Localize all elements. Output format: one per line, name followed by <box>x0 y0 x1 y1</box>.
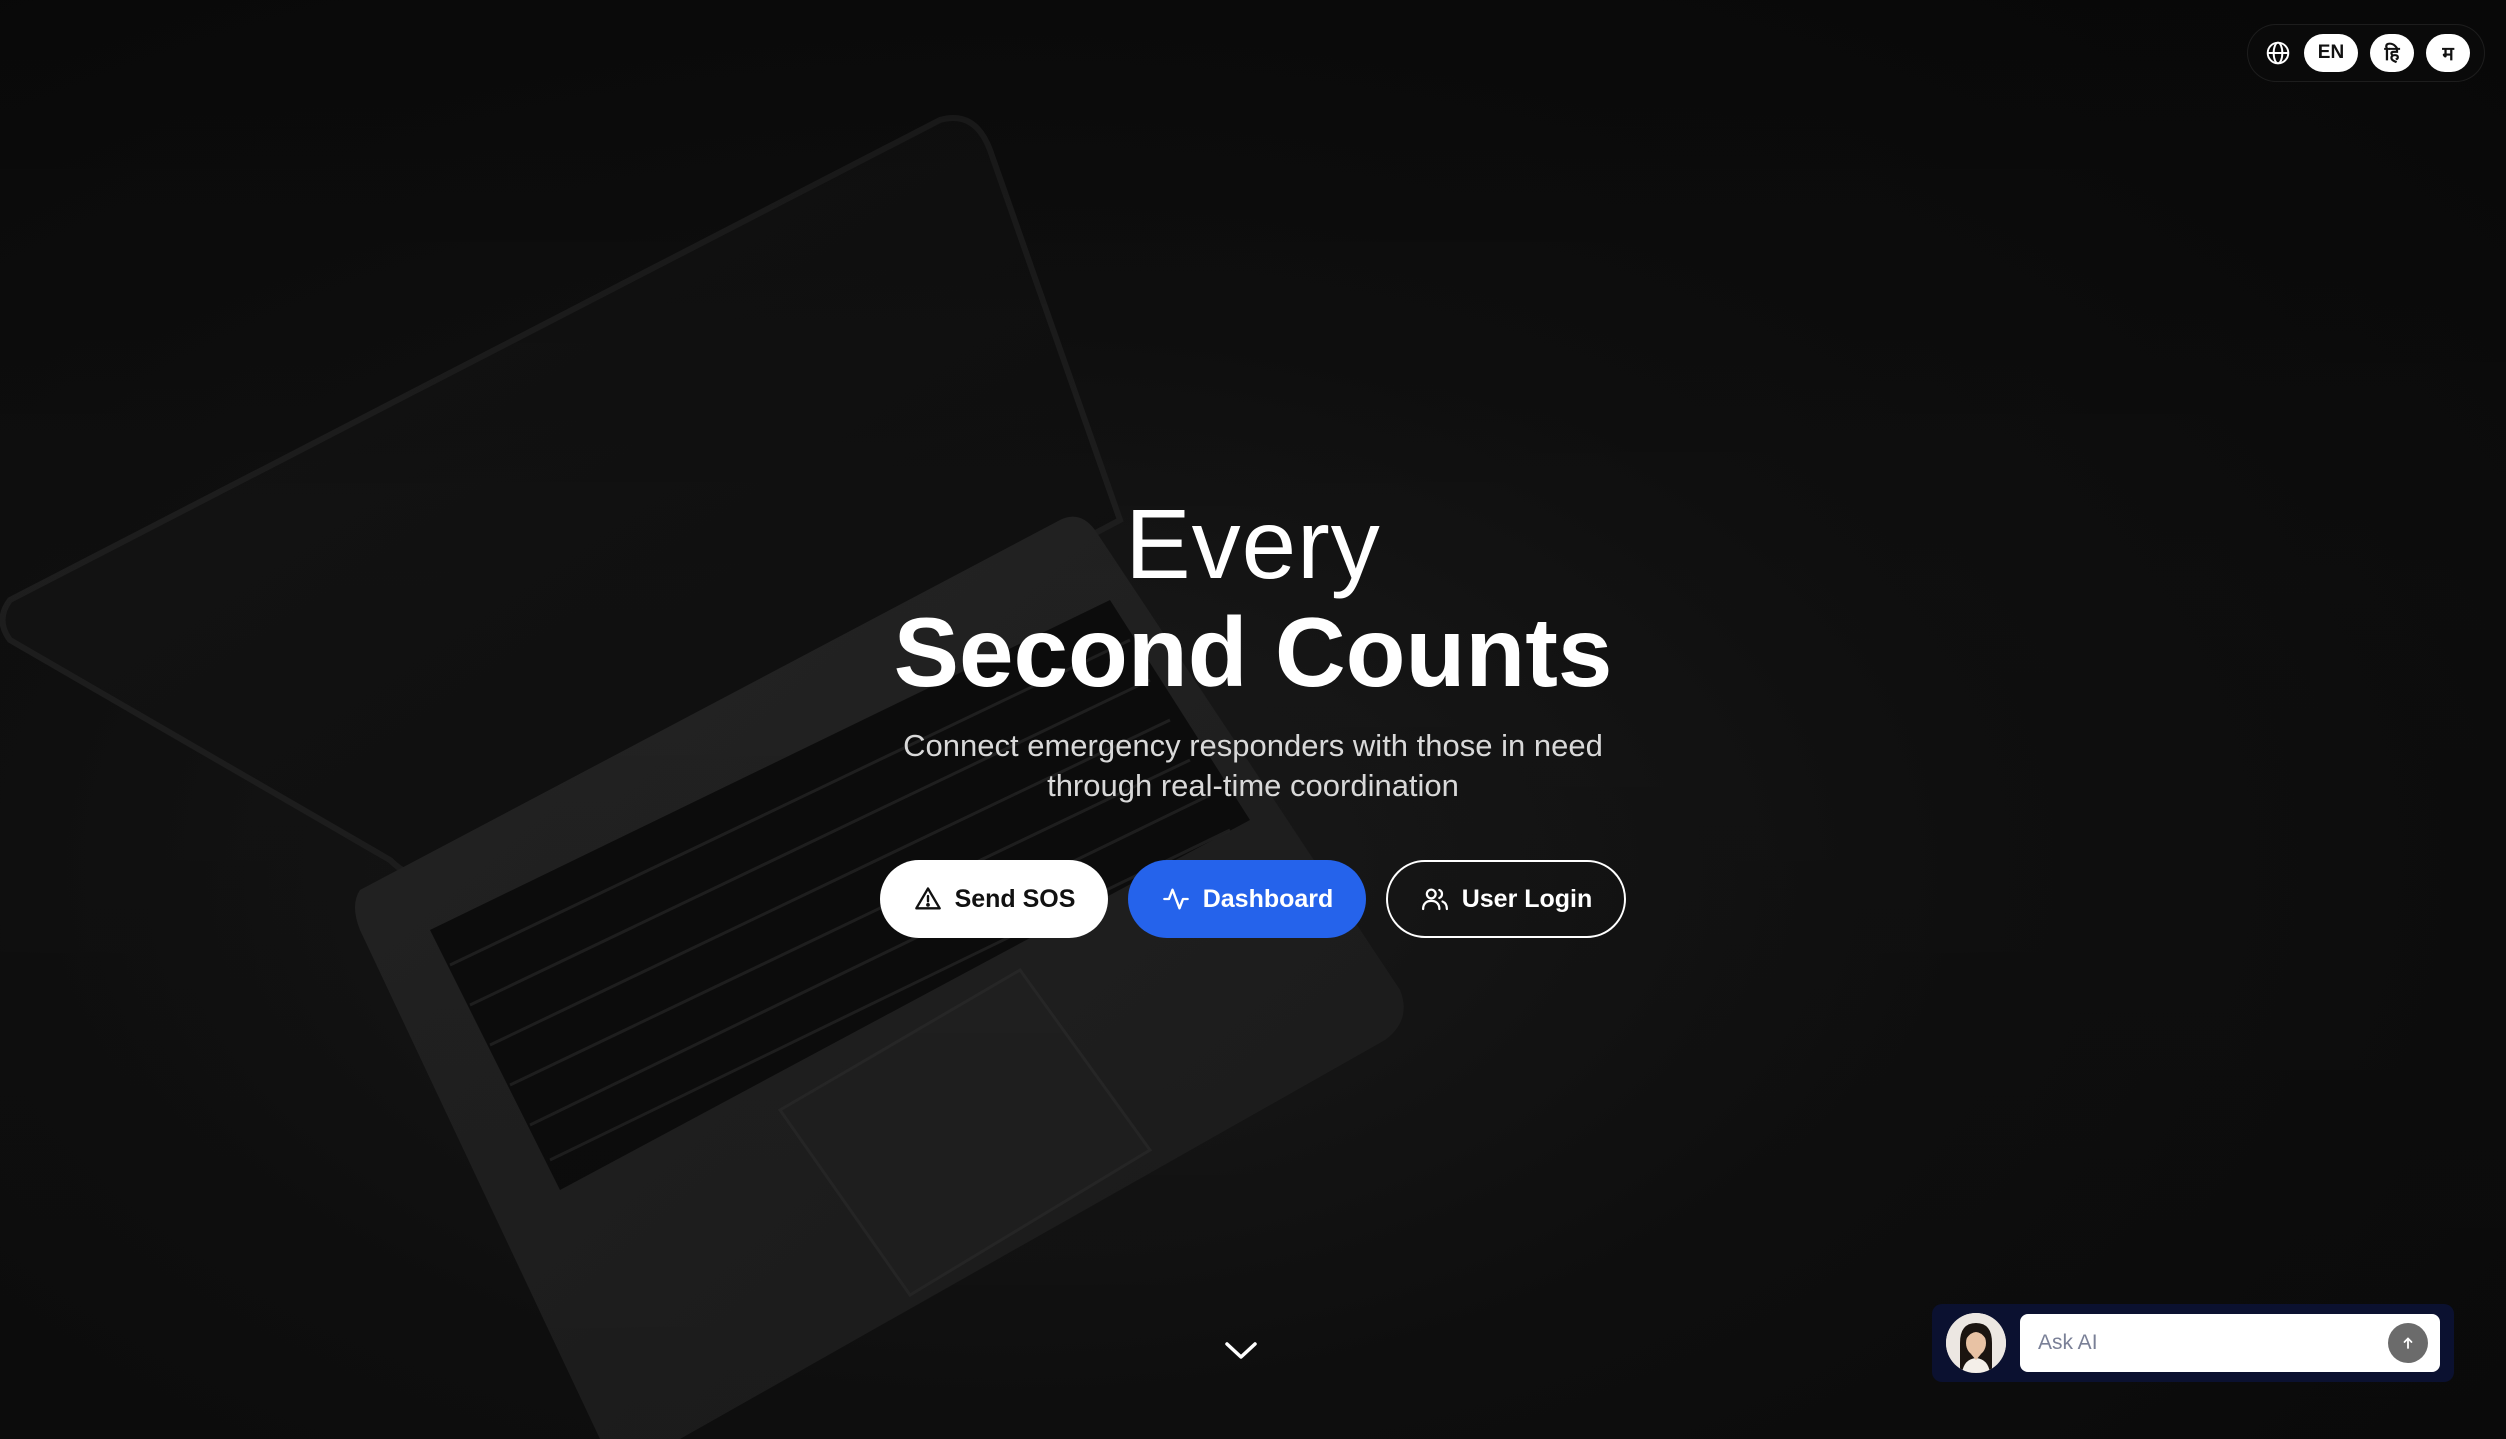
warning-triangle-icon <box>913 884 943 914</box>
send-sos-label: Send SOS <box>954 884 1076 913</box>
hero-subtitle-line1: Connect emergency responders with those … <box>903 728 1603 763</box>
hero-subtitle: Connect emergency responders with those … <box>0 726 2506 806</box>
hero-title-line2: Second Counts <box>893 597 1613 707</box>
hero-subtitle-line2: through real-time coordination <box>1047 768 1459 803</box>
language-option-hi[interactable]: हि <box>2370 34 2414 72</box>
send-sos-button[interactable]: Send SOS <box>880 860 1108 938</box>
hero-title-line1: Every <box>1125 489 1381 599</box>
ask-ai-input[interactable] <box>2036 1330 2388 1356</box>
language-option-mr[interactable]: म <box>2426 34 2470 72</box>
landing-page: EN हि म Every Second Counts Connect emer… <box>0 0 2506 1439</box>
dashboard-button[interactable]: Dashboard <box>1128 860 1366 938</box>
cta-button-row: Send SOS Dashboard User Login <box>0 860 2506 938</box>
user-login-label: User Login <box>1461 884 1593 913</box>
ask-ai-input-container <box>2020 1314 2440 1372</box>
ai-assistant-avatar[interactable] <box>1946 1313 2006 1373</box>
dashboard-label: Dashboard <box>1202 884 1334 913</box>
users-icon <box>1420 884 1450 914</box>
language-option-en[interactable]: EN <box>2304 34 2358 72</box>
chevron-down-icon[interactable] <box>1223 1336 1259 1366</box>
globe-icon <box>2264 39 2292 67</box>
ask-ai-widget <box>1932 1304 2454 1382</box>
arrow-up-icon <box>2400 1335 2416 1351</box>
activity-pulse-icon <box>1161 884 1191 914</box>
language-switcher: EN हि म <box>2247 24 2485 82</box>
ai-send-button[interactable] <box>2388 1323 2428 1363</box>
hero-section: Every Second Counts Connect emergency re… <box>0 490 2506 806</box>
user-login-button[interactable]: User Login <box>1386 860 1626 938</box>
